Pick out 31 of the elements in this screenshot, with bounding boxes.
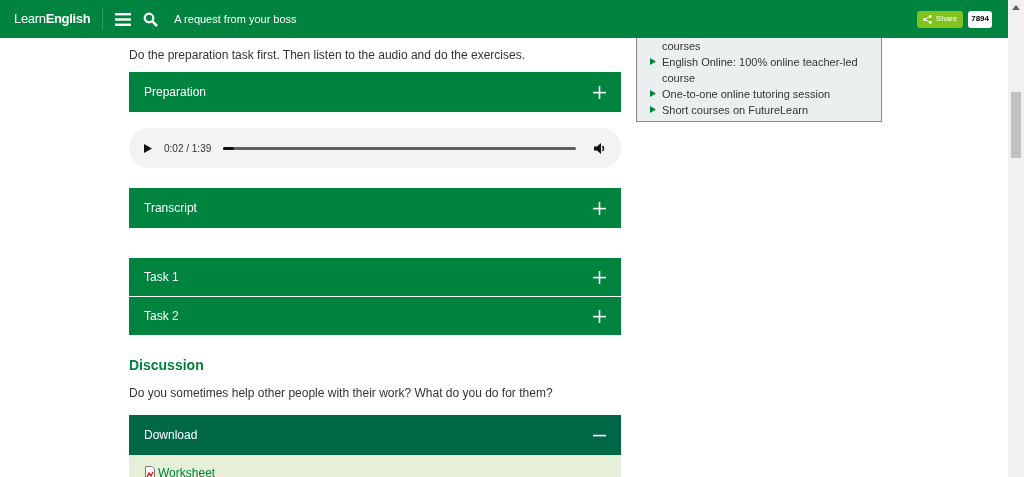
- accordion-header[interactable]: Download: [129, 415, 621, 455]
- sidebar-link[interactable]: English Online: 100% online teacher-led course: [662, 54, 871, 86]
- accordion-header[interactable]: Transcript: [129, 188, 621, 228]
- section-heading: Discussion: [129, 356, 205, 375]
- page-title: A request from your boss: [174, 11, 297, 27]
- accordion-header[interactable]: Task 1: [129, 258, 621, 296]
- share-icon: [922, 14, 932, 24]
- bullet-icon: [650, 58, 656, 65]
- pdf-file-icon: [145, 466, 155, 477]
- sidebar-link[interactable]: courses: [662, 38, 701, 54]
- accordion-header[interactable]: Preparation: [129, 72, 621, 112]
- accordion-header[interactable]: Task 2: [129, 297, 621, 335]
- menu-icon[interactable]: [115, 12, 132, 26]
- volume-icon[interactable]: [594, 142, 606, 154]
- time-display: 0:02 / 1:39: [164, 141, 212, 156]
- worksheet-link[interactable]: Worksheet: [158, 466, 216, 477]
- scrollbar[interactable]: [1008, 0, 1024, 477]
- audio-player[interactable]: 0:02 / 1:39: [129, 128, 621, 168]
- scroll-thumb[interactable]: [1011, 92, 1021, 158]
- play-icon[interactable]: [144, 143, 152, 153]
- sidebar-link[interactable]: One-to-one online tutoring session: [662, 86, 831, 102]
- share-count: 7894: [968, 10, 992, 28]
- intro-text: Do the preparation task first. Then listen to the audio and do the exercises.: [129, 47, 526, 64]
- site-logo[interactable]: LearnEnglish: [14, 9, 91, 29]
- progress-track[interactable]: [223, 146, 576, 150]
- scroll-up-icon[interactable]: [1012, 5, 1020, 10]
- bullet-icon: [650, 106, 656, 113]
- bullet-icon: [650, 90, 656, 97]
- search-icon[interactable]: [143, 11, 159, 27]
- sidebar-link[interactable]: Short courses on FutureLearn: [662, 102, 809, 118]
- discussion-text: Do you sometimes help other people with their work? What do you do for them?: [129, 385, 554, 402]
